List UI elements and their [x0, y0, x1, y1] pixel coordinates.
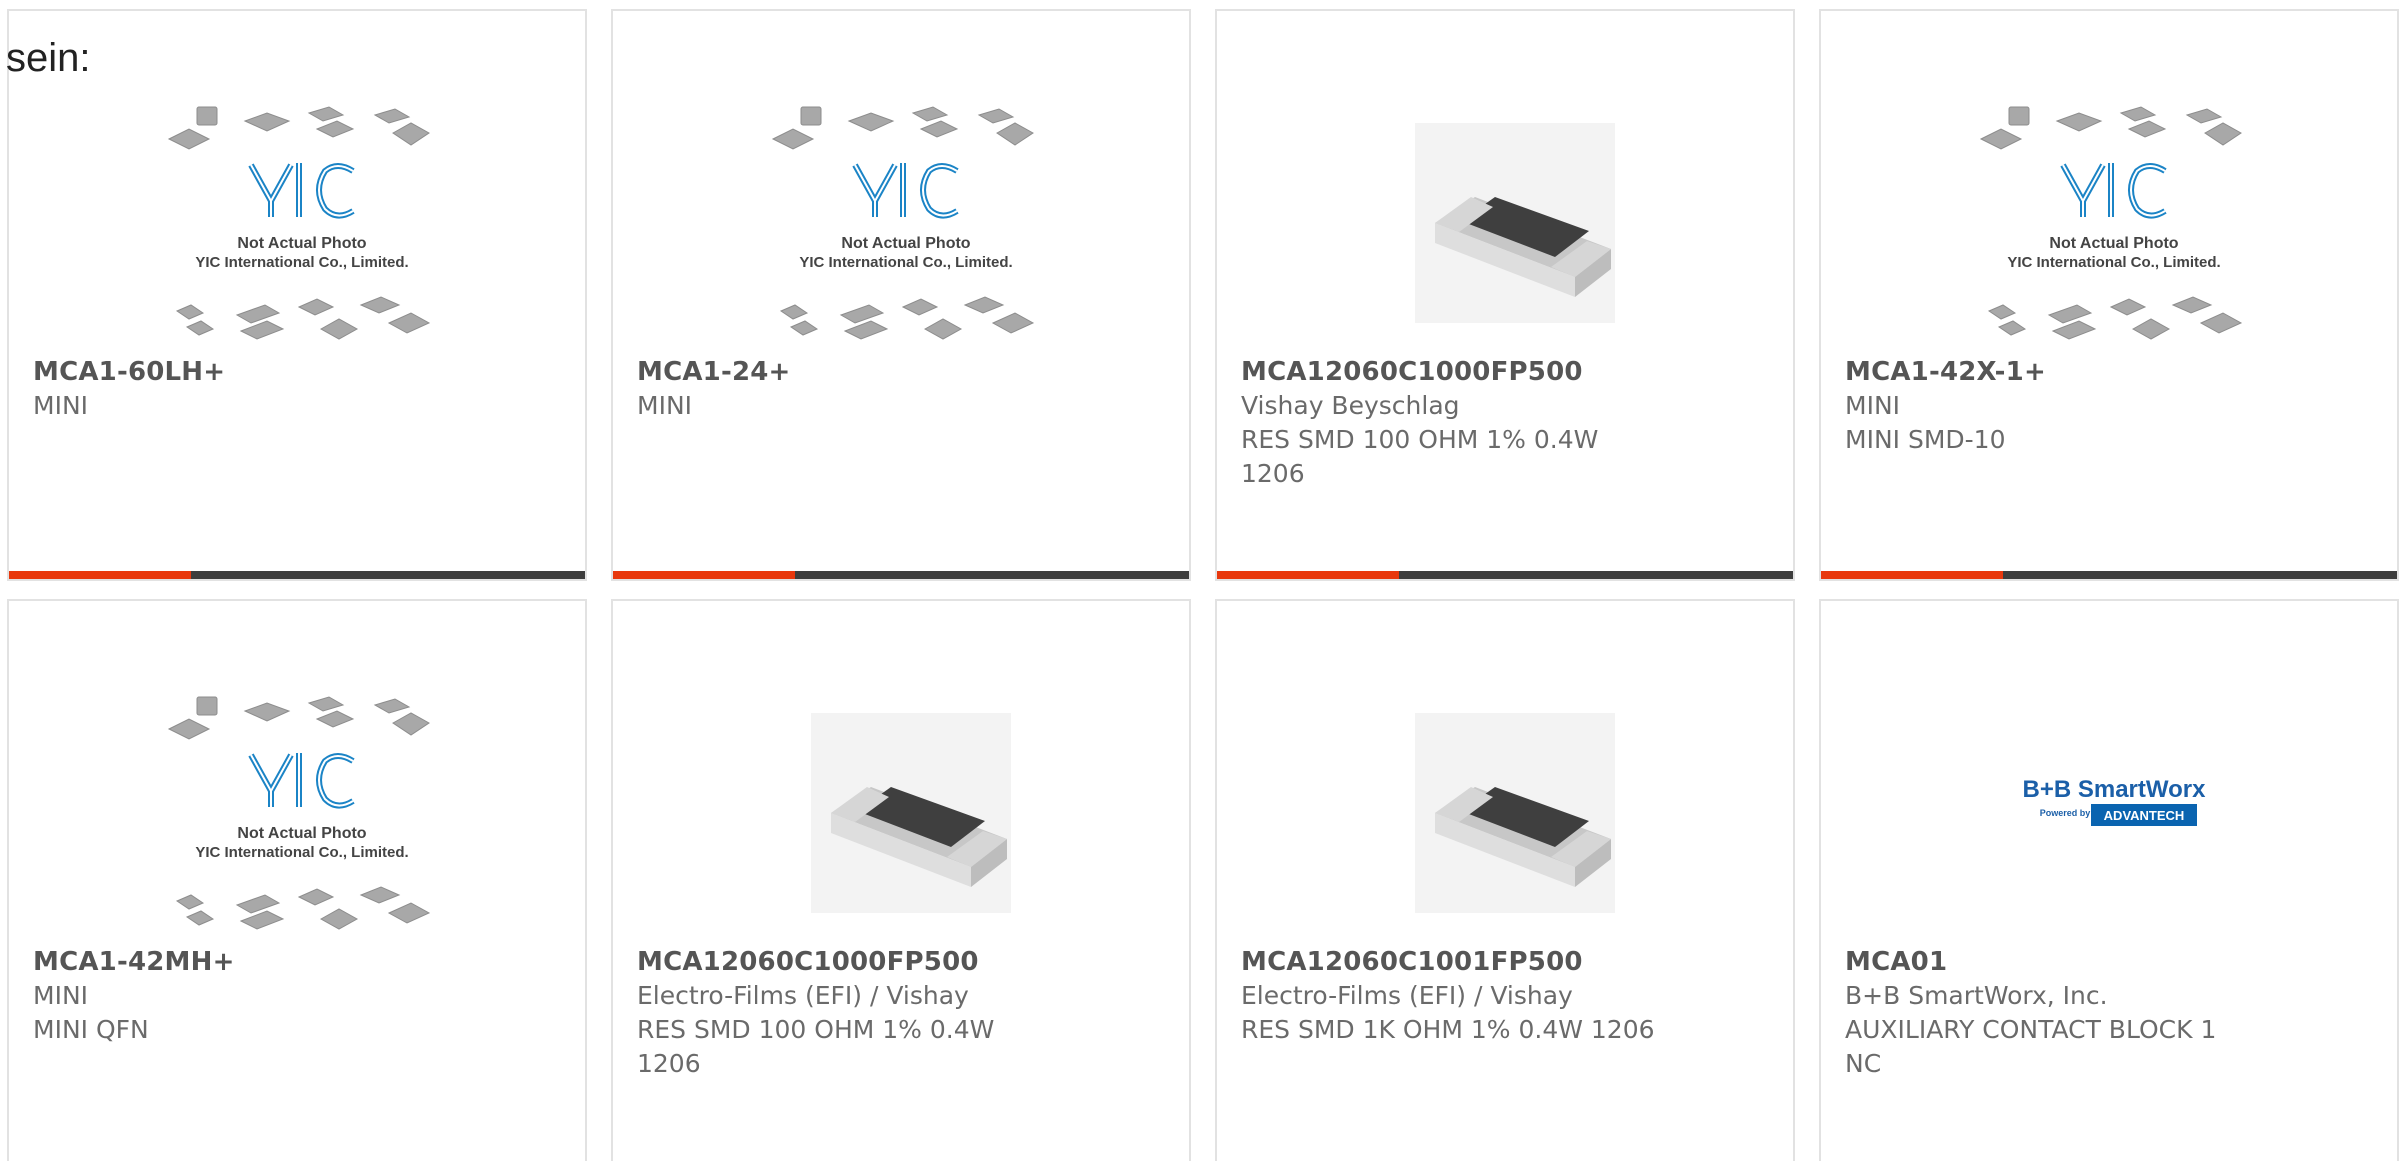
yic-logo-icon: [852, 163, 959, 219]
product-info: MCA1-60LH+ MINI: [33, 355, 453, 423]
part-number[interactable]: MCA01: [1845, 945, 2265, 979]
yic-placeholder-image: Not Actual Photo YIC International Co., …: [1979, 106, 2243, 340]
yic-logo-icon: [2060, 163, 2167, 219]
product-info: MCA12060C1000FP500 Vishay Beyschlag RES …: [1241, 355, 1661, 491]
manufacturer: Vishay Beyschlag: [1241, 391, 1460, 420]
part-number[interactable]: MCA12060C1000FP500: [637, 945, 1057, 979]
yic-logo-icon: [248, 753, 355, 809]
smd-resistor-image: [1415, 123, 1615, 323]
product-card[interactable]: MCA12060C1000FP500 Vishay Beyschlag RES …: [1215, 9, 1795, 581]
product-info: MCA12060C1001FP500 Electro-Films (EFI) /…: [1241, 945, 1661, 1047]
svg-text:YIC International Co., Limited: YIC International Co., Limited.: [2007, 254, 2220, 271]
svg-text:Not Actual Photo: Not Actual Photo: [237, 235, 366, 252]
description: NC: [1845, 1049, 1882, 1078]
svg-text:Not Actual Photo: Not Actual Photo: [2049, 235, 2178, 252]
svg-text:YIC International Co., Limited: YIC International Co., Limited.: [195, 844, 408, 861]
svg-text:Not Actual Photo: Not Actual Photo: [841, 235, 970, 252]
svg-text:Powered by: Powered by: [2040, 808, 2091, 818]
card-accent-bar: [613, 571, 1189, 579]
product-card[interactable]: B+B SmartWorx Powered by ADVANTECH MCA01…: [1819, 599, 2399, 1161]
yic-logo-icon: [248, 163, 355, 219]
description: MINI QFN: [33, 1015, 149, 1044]
yic-placeholder-image: Not Actual Photo YIC International Co., …: [167, 106, 431, 340]
description: RES SMD 1K OHM 1% 0.4W 1206: [1241, 1015, 1655, 1044]
svg-text:YIC International Co., Limited: YIC International Co., Limited.: [799, 254, 1012, 271]
manufacturer: MINI: [1845, 391, 1901, 420]
product-card[interactable]: Not Actual Photo YIC International Co., …: [1819, 9, 2399, 581]
part-number[interactable]: MCA1-42X-1+: [1845, 355, 2265, 389]
part-number[interactable]: MCA12060C1001FP500: [1241, 945, 1661, 979]
yic-placeholder-image: Not Actual Photo YIC International Co., …: [167, 696, 431, 930]
card-accent-bar: [1217, 571, 1793, 579]
description: RES SMD 100 OHM 1% 0.4W: [637, 1015, 995, 1044]
description: 1206: [637, 1049, 701, 1078]
card-accent-bar: [1821, 571, 2397, 579]
manufacturer: Electro-Films (EFI) / Vishay: [637, 981, 969, 1010]
part-number[interactable]: MCA1-24+: [637, 355, 1057, 389]
product-card[interactable]: Not Actual Photo YIC International Co., …: [7, 9, 587, 581]
page-text-fragment: sein:: [6, 36, 91, 80]
description: MINI SMD-10: [1845, 425, 2006, 454]
product-card[interactable]: Not Actual Photo YIC International Co., …: [7, 599, 587, 1161]
product-info: MCA1-24+ MINI: [637, 355, 1057, 423]
svg-text:Not Actual Photo: Not Actual Photo: [237, 825, 366, 842]
part-number[interactable]: MCA1-42MH+: [33, 945, 453, 979]
product-card[interactable]: MCA12060C1001FP500 Electro-Films (EFI) /…: [1215, 599, 1795, 1161]
yic-placeholder-image: Not Actual Photo YIC International Co., …: [771, 106, 1035, 340]
product-card[interactable]: MCA12060C1000FP500 Electro-Films (EFI) /…: [611, 599, 1191, 1161]
product-info: MCA1-42X-1+ MINI MINI SMD-10: [1845, 355, 2265, 457]
product-info: MCA12060C1000FP500 Electro-Films (EFI) /…: [637, 945, 1057, 1081]
part-number[interactable]: MCA1-60LH+: [33, 355, 453, 389]
smd-resistor-image: [811, 713, 1011, 913]
product-info: MCA1-42MH+ MINI MINI QFN: [33, 945, 453, 1047]
description: RES SMD 100 OHM 1% 0.4W: [1241, 425, 1599, 454]
product-info: MCA01 B+B SmartWorx, Inc. AUXILIARY CONT…: [1845, 945, 2265, 1081]
description: AUXILIARY CONTACT BLOCK 1: [1845, 1015, 2217, 1044]
product-card[interactable]: Not Actual Photo YIC International Co., …: [611, 9, 1191, 581]
bb-smartworx-logo: B+B SmartWorx Powered by ADVANTECH: [2023, 776, 2207, 826]
card-accent-bar: [9, 571, 585, 579]
svg-text:B+B SmartWorx: B+B SmartWorx: [2023, 776, 2207, 803]
manufacturer: B+B SmartWorx, Inc.: [1845, 981, 2108, 1010]
manufacturer: MINI: [637, 391, 693, 420]
svg-text:YIC International Co., Limited: YIC International Co., Limited.: [195, 254, 408, 271]
smd-resistor-image: [1415, 713, 1615, 913]
part-number[interactable]: MCA12060C1000FP500: [1241, 355, 1661, 389]
description: 1206: [1241, 459, 1305, 488]
manufacturer: MINI: [33, 391, 89, 420]
manufacturer: MINI: [33, 981, 89, 1010]
svg-text:ADVANTECH: ADVANTECH: [2104, 808, 2185, 823]
manufacturer: Electro-Films (EFI) / Vishay: [1241, 981, 1573, 1010]
